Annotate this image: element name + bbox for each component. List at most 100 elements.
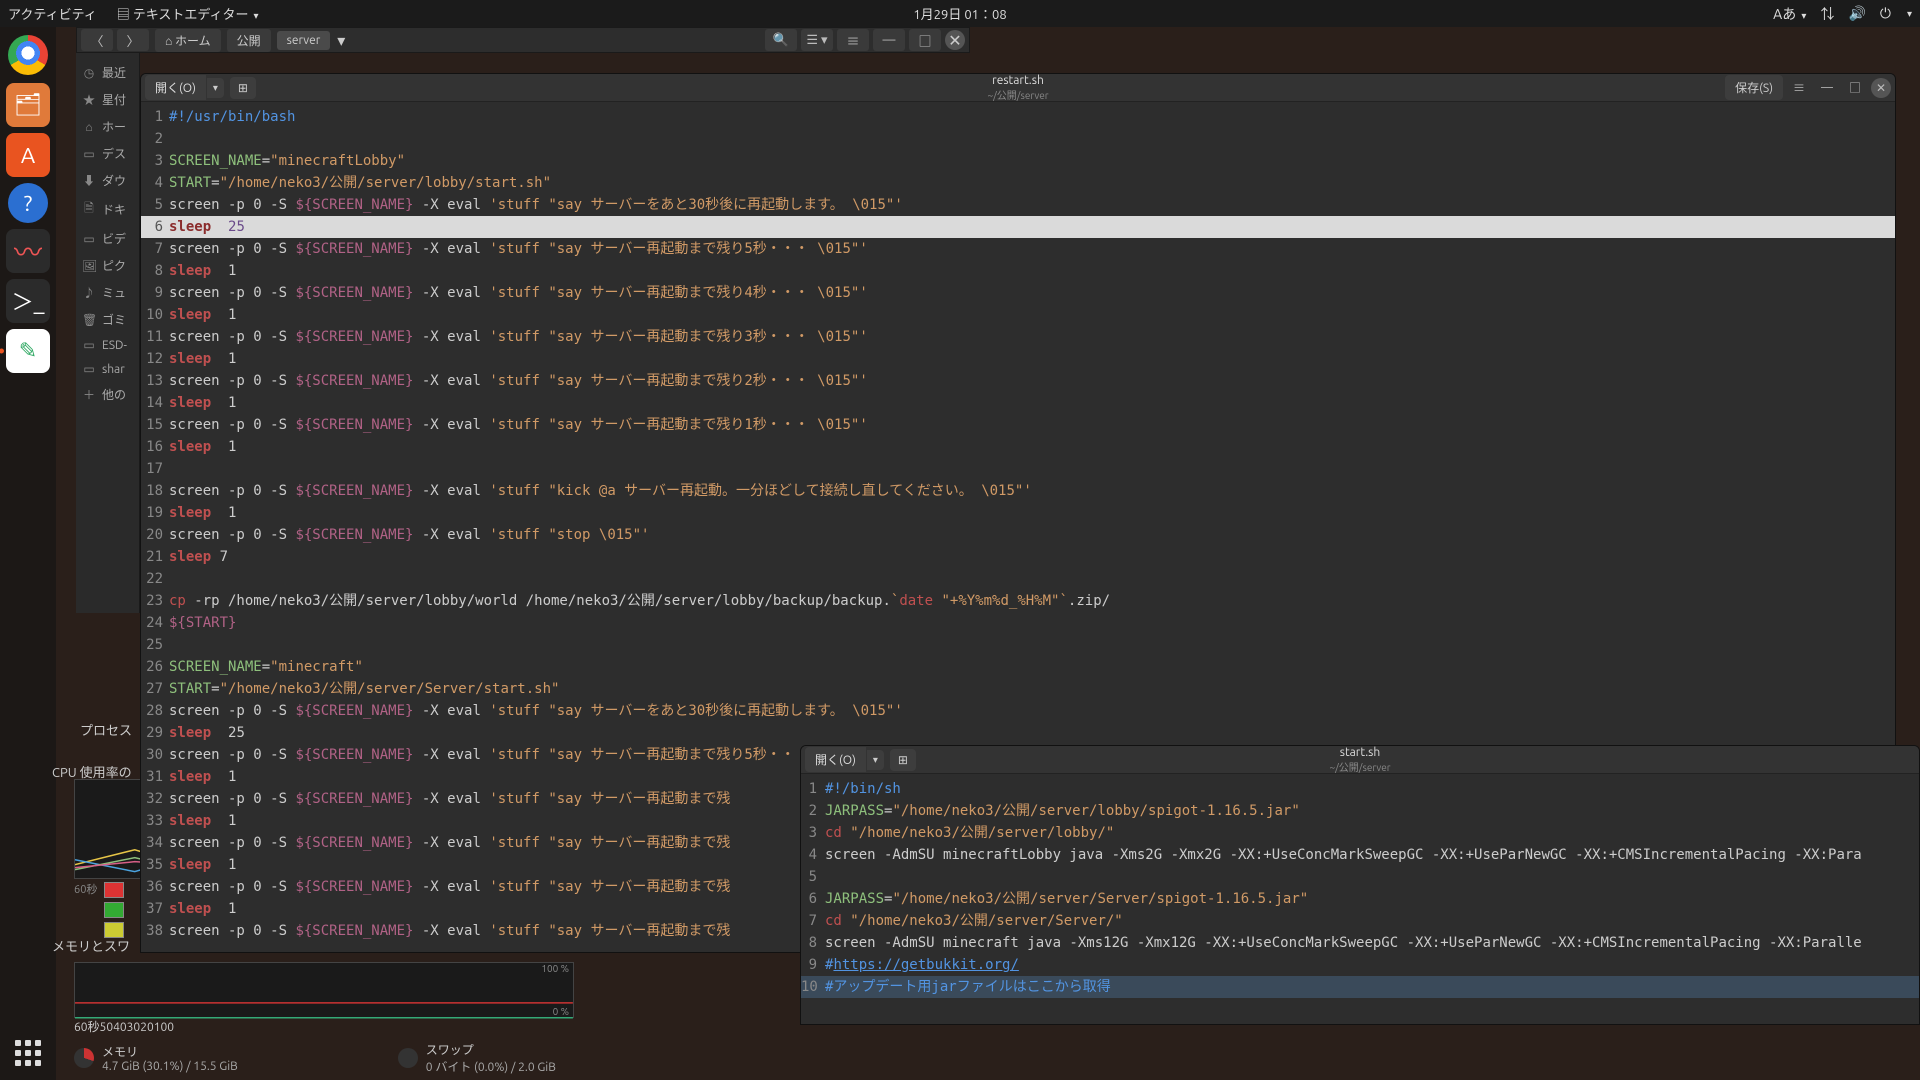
sidebar-item[interactable]: 🗎ドキ: [76, 194, 139, 225]
window-minimize-button[interactable]: —: [1815, 77, 1839, 99]
sidebar-item[interactable]: 🗑 ゴミ: [76, 306, 139, 333]
new-tab-button[interactable]: ⊞: [890, 749, 916, 771]
new-tab-button[interactable]: ⊞: [230, 77, 256, 99]
dock-software[interactable]: A: [6, 133, 50, 177]
code-line: 2JARPASS="/home/neko3/公開/server/lobby/sp…: [801, 800, 1919, 822]
sidebar-item[interactable]: ▭デス: [76, 140, 139, 167]
dock-chrome[interactable]: [6, 33, 50, 77]
swap-label: スワップ: [426, 1041, 556, 1058]
sidebar-item[interactable]: ◷最近: [76, 59, 139, 86]
editor-titlebar[interactable]: 開く(O) ▾ ⊞ restart.sh ~/公開/server 保存(S) ≡…: [141, 74, 1895, 102]
sidebar-item-label: ESD-: [102, 339, 127, 352]
input-method-indicator[interactable]: Aあ ▾: [1773, 4, 1806, 24]
code-line: 25: [141, 634, 1895, 656]
code-line: 28screen -p 0 -S ${SCREEN_NAME} -X eval …: [141, 700, 1895, 722]
window-minimize-button[interactable]: —: [873, 29, 905, 51]
activities-button[interactable]: アクティビティ: [8, 4, 97, 23]
clock[interactable]: 1月29日 01：08: [913, 4, 1006, 23]
sidebar-item[interactable]: ♪ミュ: [76, 279, 139, 306]
open-button[interactable]: 開く(O): [805, 747, 866, 772]
open-button[interactable]: 開く(O): [145, 75, 206, 100]
mem-graph-ticks: 60秒50403020100: [74, 1018, 574, 1035]
folder-icon: ▭: [82, 362, 96, 376]
code-area-start[interactable]: 1#!/bin/sh2JARPASS="/home/neko3/公開/serve…: [801, 774, 1919, 1002]
search-icon[interactable]: 🔍: [765, 29, 797, 51]
open-dropdown[interactable]: ▾: [867, 750, 884, 770]
gedit-icon: ▤: [117, 8, 133, 22]
sidebar-item[interactable]: ⬇ ダウ: [76, 167, 139, 194]
folder-icon: ＋: [82, 386, 96, 403]
code-line: 10sleep 1: [141, 304, 1895, 326]
sidebar-item[interactable]: 🖼ピク: [76, 252, 139, 279]
dock-system-monitor[interactable]: 〰: [6, 229, 50, 273]
code-line: 21sleep 7: [141, 546, 1895, 568]
top-panel: アクティビティ ▤ テキストエディター ▾ 1月29日 01：08 Aあ ▾ ⇅…: [0, 0, 1920, 27]
app-menu-label: テキストエディター: [133, 8, 249, 22]
files-sidebar: ◷最近★星付⌂ホー▭デス ⬇ ダウ 🗎ドキ▭ビデ🖼ピク♪ミュ 🗑 ゴミ ▭ ESD- ▭shar…: [76, 53, 140, 613]
folder-icon: ⬇: [82, 172, 96, 189]
sidebar-item-label: ゴミ: [102, 311, 126, 328]
code-line: 1#!/bin/sh: [801, 778, 1919, 800]
chevron-down-icon[interactable]: ▾: [1907, 8, 1912, 20]
window-close-button[interactable]: ✕: [945, 30, 965, 50]
gedit-window-start: 開く(O) ▾ ⊞ start.sh ~/公開/server 1#!/bin/s…: [800, 745, 1920, 1025]
memory-label: メモリ: [102, 1043, 238, 1060]
swap-value: 0 バイト (0.0%) / 2.0 GiB: [426, 1058, 556, 1075]
view-list-icon[interactable]: ☰ ▾: [801, 29, 833, 51]
volume-icon[interactable]: 🔊: [1848, 5, 1865, 22]
sidebar-item[interactable]: ★星付: [76, 86, 139, 113]
show-applications-icon[interactable]: [15, 1040, 41, 1066]
sidebar-item[interactable]: ▭ ESD-: [76, 333, 139, 357]
code-line: 29sleep 25: [141, 722, 1895, 744]
memory-value: 4.7 GiB (30.1%) / 15.5 GiB: [102, 1060, 238, 1073]
dock: 🗂 A ? 〰 ＞_ ✎: [0, 27, 56, 1080]
window-close-button[interactable]: ✕: [1871, 78, 1891, 98]
legend-swatch: [104, 882, 124, 898]
nav-forward-button[interactable]: 〉: [117, 29, 149, 51]
hamburger-icon[interactable]: ≡: [1787, 77, 1811, 99]
chevron-down-icon: ▾: [253, 10, 258, 21]
window-maximize-button[interactable]: □: [909, 29, 941, 51]
code-line: 2: [141, 128, 1895, 150]
breadcrumb-public[interactable]: 公開: [227, 29, 271, 52]
code-line: 27START="/home/neko3/公開/server/Server/st…: [141, 678, 1895, 700]
code-line: 9#https://getbukkit.org/: [801, 954, 1919, 976]
window-maximize-button[interactable]: □: [1843, 77, 1867, 99]
sidebar-item[interactable]: ＋他の: [76, 381, 139, 408]
swap-pie-icon: [398, 1048, 418, 1068]
dock-help[interactable]: ?: [8, 183, 48, 223]
open-dropdown[interactable]: ▾: [207, 78, 224, 98]
breadcrumb-server[interactable]: server: [277, 31, 331, 50]
sidebar-item[interactable]: ▭shar: [76, 357, 139, 381]
code-line: 10#アップデート用jarファイルはここから取得: [801, 976, 1919, 998]
folder-icon: ★: [82, 91, 96, 108]
save-button[interactable]: 保存(S): [1725, 75, 1783, 100]
sysmon-process-label: プロセス: [80, 720, 132, 739]
editor-title: start.sh ~/公開/server: [1329, 746, 1390, 774]
cpu-legend: [104, 882, 124, 938]
code-line: 23cp -rp /home/neko3/公開/server/lobby/wor…: [141, 590, 1895, 612]
memory-pie-icon: [74, 1048, 94, 1068]
folder-icon: 🗑: [82, 313, 96, 327]
hamburger-icon[interactable]: ≡: [837, 29, 869, 51]
code-line: 8screen -AdmSU minecraft java -Xms12G -X…: [801, 932, 1919, 954]
sidebar-item-label: ピク: [102, 257, 126, 274]
dock-terminal[interactable]: ＞_: [6, 279, 50, 323]
folder-icon: ⌂: [82, 120, 96, 134]
power-icon[interactable]: ⏻: [1880, 5, 1891, 22]
sidebar-item[interactable]: ⌂ホー: [76, 113, 139, 140]
sidebar-item-label: ダウ: [102, 172, 126, 189]
breadcrumb-home[interactable]: ⌂ ホーム: [155, 29, 221, 52]
code-line: 7cd "/home/neko3/公開/server/Server/": [801, 910, 1919, 932]
folder-icon: ▭: [82, 338, 96, 352]
editor-titlebar[interactable]: 開く(O) ▾ ⊞ start.sh ~/公開/server: [801, 746, 1919, 774]
code-line: 4START="/home/neko3/公開/server/lobby/star…: [141, 172, 1895, 194]
sidebar-item[interactable]: ▭ビデ: [76, 225, 139, 252]
nav-back-button[interactable]: 〈: [81, 29, 113, 51]
memory-graph: 100 % 0 %: [74, 962, 574, 1018]
network-icon[interactable]: ⇅: [1820, 4, 1834, 24]
breadcrumb-dropdown[interactable]: ▾: [334, 31, 348, 50]
dock-text-editor[interactable]: ✎: [6, 329, 50, 373]
dock-files[interactable]: 🗂: [6, 83, 50, 127]
app-menu[interactable]: ▤ テキストエディター ▾: [117, 4, 259, 23]
